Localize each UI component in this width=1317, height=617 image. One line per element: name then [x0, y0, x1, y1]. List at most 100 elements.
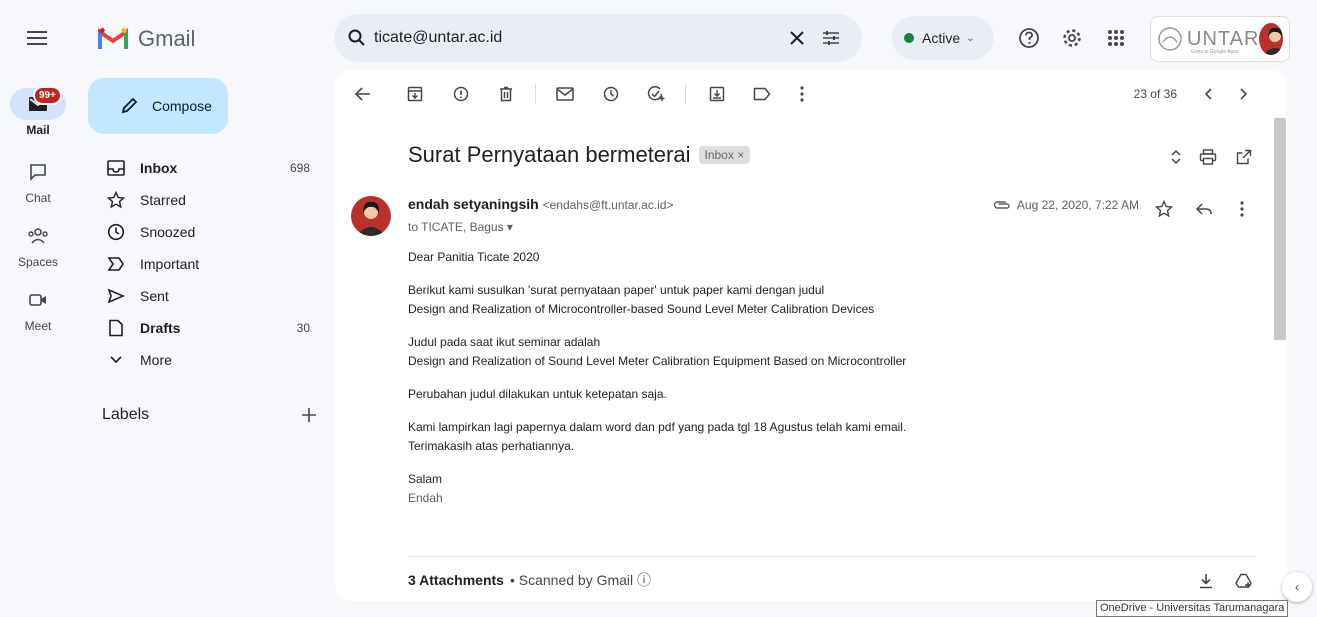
- nav-item-label: More: [140, 352, 172, 368]
- label-tag-icon[interactable]: [751, 83, 773, 105]
- older-chevron-icon[interactable]: [1233, 83, 1255, 105]
- signature: Endah: [408, 491, 443, 505]
- trash-icon[interactable]: [495, 83, 517, 105]
- status-dot: [904, 33, 914, 43]
- account-switcher[interactable]: UNTAR Goes to Google Apps: [1150, 16, 1290, 62]
- nav-item-starred[interactable]: Starred: [88, 184, 324, 216]
- body-paragraph: Judul pada saat ikut seminar adalah Desig…: [408, 333, 1028, 371]
- scrollbar-thumb[interactable]: [1274, 118, 1286, 340]
- side-panel-toggle-icon[interactable]: ‹: [1282, 572, 1312, 602]
- body-line: Terimakasih atas perhatiannya.: [408, 439, 575, 453]
- attachments-header: 3 Attachments • Scanned by Gmail ⓘ: [408, 570, 651, 590]
- body-paragraph: Salam Endah: [408, 470, 1028, 508]
- pagination-text: 23 of 36: [1133, 87, 1177, 101]
- folder-nav: Inbox 698 Starred Snoozed Important Sent…: [88, 152, 324, 376]
- rail-meet[interactable]: Meet: [0, 284, 76, 333]
- scanned-note[interactable]: • Scanned by Gmail ⓘ: [510, 570, 651, 590]
- add-task-icon[interactable]: [645, 83, 667, 105]
- body-line: Design and Realization of Microcontrolle…: [408, 302, 875, 316]
- nav-item-count: 698: [289, 161, 310, 175]
- nav-item-label: Sent: [140, 288, 169, 304]
- left-rail: Mail 99+ Chat Spaces Meet: [0, 0, 76, 617]
- email-date: Aug 22, 2020, 7:22 AM: [1016, 198, 1139, 212]
- newer-chevron-icon[interactable]: [1197, 83, 1219, 105]
- gmail-logo[interactable]: Gmail: [98, 24, 195, 54]
- mark-unread-icon[interactable]: [554, 83, 576, 105]
- back-arrow-icon[interactable]: [352, 83, 374, 105]
- search-input[interactable]: ticate@untar.ac.id: [374, 29, 780, 47]
- toolbar-divider: [685, 84, 686, 104]
- expand-all-icon[interactable]: [1165, 146, 1187, 168]
- report-spam-icon[interactable]: [450, 83, 472, 105]
- open-new-window-icon[interactable]: [1233, 146, 1255, 168]
- sender-avatar[interactable]: [351, 196, 391, 236]
- rail-spaces-label: Spaces: [17, 255, 59, 269]
- nav-item-label: Starred: [140, 192, 186, 208]
- body-paragraph: Dear Panitia Ticate 2020: [408, 248, 1028, 267]
- rail-chat[interactable]: Chat: [0, 156, 76, 205]
- body-line: Perubahan judul dilakukan untuk ketepata…: [408, 387, 667, 401]
- archive-icon[interactable]: [404, 83, 426, 105]
- sender-name[interactable]: endah setyaningsih: [408, 196, 539, 212]
- nav-item-more[interactable]: More: [88, 344, 324, 376]
- nav-item-inbox[interactable]: Inbox 698: [88, 152, 324, 184]
- attachment-clip-icon: [993, 200, 1011, 210]
- inbox-icon: [106, 158, 126, 178]
- status-dropdown[interactable]: Active ⌄: [892, 16, 994, 60]
- video-camera-icon: [10, 284, 66, 316]
- more-vert-icon[interactable]: [1231, 198, 1253, 220]
- email-subject: Surat Pernyataan bermeterai Inbox ×: [408, 142, 751, 168]
- pencil-icon: [120, 97, 138, 115]
- rail-meet-label: Meet: [24, 319, 52, 333]
- apps-grid-icon[interactable]: [1104, 26, 1128, 50]
- send-icon: [106, 286, 126, 306]
- email-body: Dear Panitia Ticate 2020 Berikut kami su…: [408, 248, 1028, 522]
- main-menu-icon[interactable]: [25, 26, 49, 50]
- add-to-drive-icon[interactable]: [1233, 570, 1255, 592]
- toolbar-divider: [535, 84, 536, 104]
- body-paragraph: Kami lampirkan lagi papernya dalam word …: [408, 418, 1028, 456]
- body-line: Salam: [408, 472, 443, 486]
- more-vert-icon[interactable]: [791, 83, 813, 105]
- print-icon[interactable]: [1197, 146, 1219, 168]
- user-avatar[interactable]: [1259, 23, 1283, 55]
- subject-text: Surat Pernyataan bermeterai: [408, 142, 691, 167]
- snooze-clock-icon[interactable]: [600, 83, 622, 105]
- search-icon[interactable]: [348, 29, 366, 47]
- chat-icon: [10, 156, 66, 188]
- nav-item-sent[interactable]: Sent: [88, 280, 324, 312]
- help-icon[interactable]: [1017, 26, 1041, 50]
- search-bar[interactable]: ticate@untar.ac.id: [334, 14, 862, 62]
- gmail-m-icon: [98, 27, 128, 51]
- recipients-toggle[interactable]: to TICATE, Bagus ▾: [408, 220, 513, 234]
- org-tagline: Goes to Google Apps: [1191, 49, 1239, 55]
- compose-button[interactable]: Compose: [88, 78, 228, 134]
- nav-item-label: Inbox: [140, 160, 178, 176]
- reply-icon[interactable]: [1193, 198, 1215, 220]
- chevron-down-icon: [106, 350, 126, 370]
- body-paragraph: Berikut kami susulkan 'surat pernyataan …: [408, 281, 1028, 319]
- body-paragraph: Perubahan judul dilakukan untuk ketepata…: [408, 385, 1028, 404]
- nav-item-drafts[interactable]: Drafts 30: [88, 312, 324, 344]
- tooltip: OneDrive - Universitas Tarumanagara: [1096, 600, 1289, 617]
- nav-item-label: Drafts: [140, 320, 181, 336]
- rail-spaces[interactable]: Spaces: [0, 220, 76, 269]
- labels-title: Labels: [102, 406, 150, 423]
- nav-item-snoozed[interactable]: Snoozed: [88, 216, 324, 248]
- add-label-icon[interactable]: [302, 408, 316, 422]
- nav-item-important[interactable]: Important: [88, 248, 324, 280]
- body-line: Design and Realization of Sound Level Me…: [408, 354, 907, 368]
- chevron-down-icon: ⌄: [966, 32, 975, 44]
- search-options-icon[interactable]: [814, 21, 848, 55]
- org-name: UNTAR: [1187, 27, 1260, 50]
- inbox-label-chip[interactable]: Inbox ×: [698, 146, 751, 164]
- star-icon[interactable]: [1153, 198, 1175, 220]
- settings-gear-icon[interactable]: [1060, 26, 1084, 50]
- nav-item-label: Snoozed: [140, 224, 196, 240]
- body-line: Kami lampirkan lagi papernya dalam word …: [408, 420, 907, 434]
- body-line: Berikut kami susulkan 'surat pernyataan …: [408, 283, 825, 297]
- untar-seal-icon: [1157, 26, 1183, 52]
- move-to-icon[interactable]: [706, 83, 728, 105]
- download-all-icon[interactable]: [1195, 570, 1217, 592]
- clear-search-icon[interactable]: [780, 21, 814, 55]
